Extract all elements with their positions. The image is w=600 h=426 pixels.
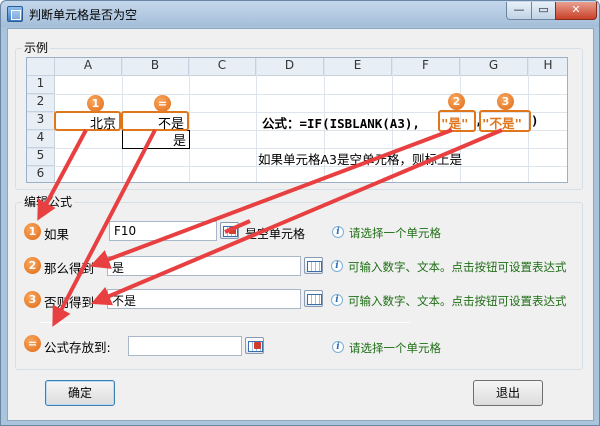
row-header-4: 4 [27,130,55,148]
edit-badge-3-icon: 3 [24,291,41,308]
store-info-icon: i [332,341,344,353]
column-header-d: D [256,58,324,76]
minimize-button[interactable]: — [506,2,532,20]
column-header-h: H [528,58,567,76]
sheet-corner [27,58,55,76]
formula-prefix: 公式：=IF(ISBLANK(A3), [262,116,420,131]
column-header-g: G [460,58,528,76]
title-bar[interactable]: 判断单元格是否为空 — ▭ ✕ [1,1,599,27]
if-hint: 请选择一个单元格 [349,226,441,240]
else-value-input[interactable]: 不是 [107,289,301,309]
column-header-c: C [189,58,256,76]
row-header-6: 6 [27,166,55,182]
column-header-b: B [122,58,189,76]
example-group-label: 示例 [22,39,51,56]
cell-b3: 不是 [157,117,184,132]
edit-badge-equals-icon: = [24,335,41,352]
else-label: 否则得到 [44,295,95,310]
edit-formula-group-label: 编辑公式 [22,193,75,210]
badge-1-icon: 1 [87,95,104,112]
then-hint: 可输入数字、文本。点击按钮可设置表达式 [348,260,567,274]
store-label: 公式存放到: [44,340,111,355]
else-hint: 可输入数字、文本。点击按钮可设置表达式 [348,294,567,308]
formula-suffix: ) [531,113,539,128]
formula-no: "不是" [482,116,523,131]
grid-line [27,94,567,95]
then-info-icon: i [331,260,343,272]
close-button[interactable]: ✕ [555,2,597,20]
grid-line [256,58,257,182]
row-header-3: 3 [27,112,55,130]
ok-button[interactable]: 确定 [45,380,115,406]
badge-2-icon: 2 [448,93,465,110]
edit-separator [40,322,410,323]
row-header-5: 5 [27,148,55,166]
cell-a3: 北京 [89,117,116,132]
else-expression-button[interactable] [304,290,323,307]
badge-equals-icon: = [154,95,171,112]
edit-badge-1-icon: 1 [24,223,41,240]
row-header-2: 2 [27,94,55,112]
edit-badge-2-icon: 2 [24,257,41,274]
then-value-input[interactable]: 是 [107,256,301,276]
column-header-a: A [55,58,122,76]
grid-line [189,58,190,182]
if-label: 如果 [44,227,70,242]
else-info-icon: i [331,294,343,306]
formula-yes: "是" [441,116,469,131]
store-cell-input[interactable] [128,336,242,356]
cell-b4: 是 [172,134,186,149]
then-expression-button[interactable] [304,257,323,274]
badge-3-icon: 3 [497,93,514,110]
example-explanation: 如果单元格A3是空单元格，则标上是 [258,152,463,167]
maximize-button[interactable]: ▭ [531,2,556,20]
app-icon [7,6,23,22]
if-cell-picker-button[interactable] [220,222,239,239]
if-cell-input[interactable]: F10 [109,221,217,241]
column-header-e: E [324,58,392,76]
if-condition-text: 是空单元格 [245,227,306,241]
column-header-f: F [392,58,460,76]
row-header-1: 1 [27,76,55,94]
window-title: 判断单元格是否为空 [29,8,138,22]
if-info-icon: i [332,226,344,238]
then-label: 那么得到 [44,261,95,276]
exit-button[interactable]: 退出 [473,380,543,406]
store-hint: 请选择一个单元格 [349,341,441,355]
store-cell-picker-button[interactable] [245,337,264,354]
